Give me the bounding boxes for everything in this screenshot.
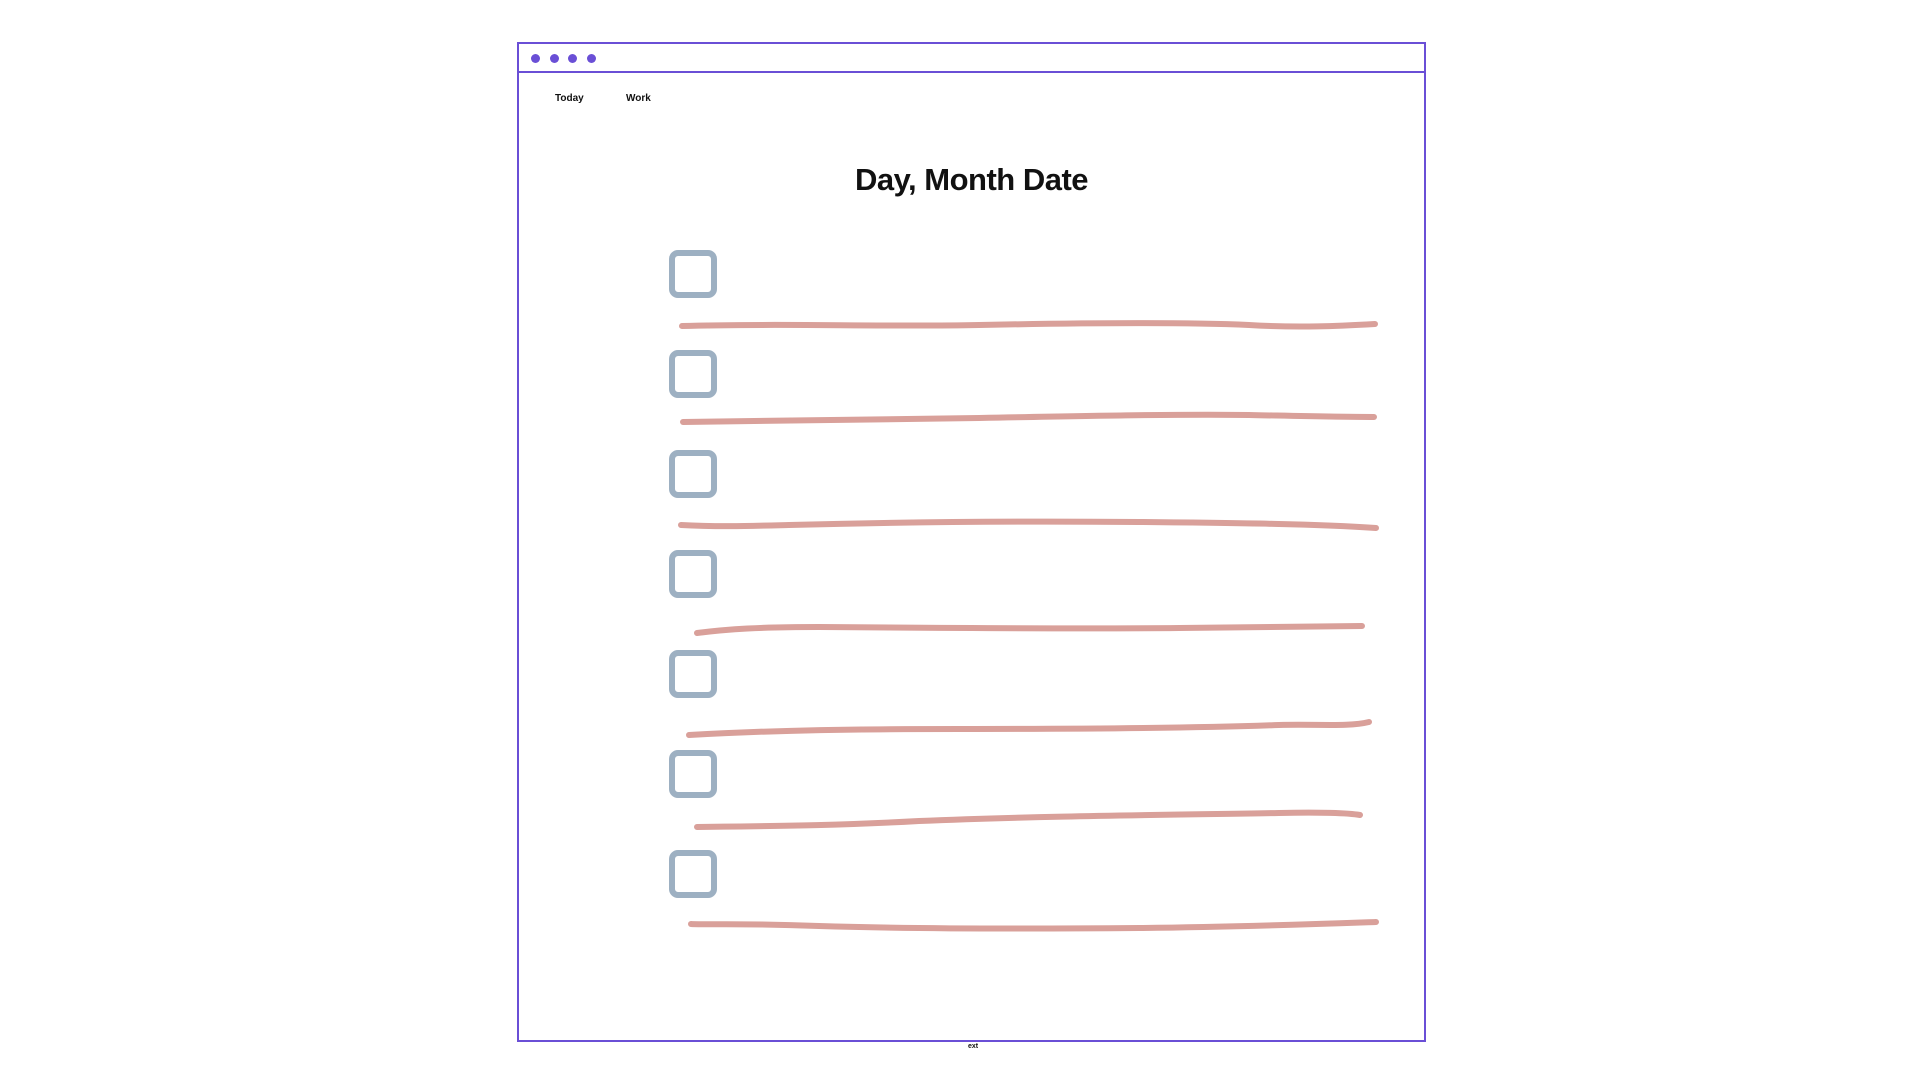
task-line xyxy=(694,809,1363,830)
task-line xyxy=(694,623,1365,636)
footer-text: ext xyxy=(968,1043,979,1050)
task-line xyxy=(688,919,1379,932)
task-line xyxy=(680,411,1377,425)
task-line xyxy=(679,320,1378,330)
task-line xyxy=(686,719,1372,738)
app-window: Today Work Day, Month Date xyxy=(517,42,1426,1042)
task-line xyxy=(678,518,1379,531)
task-lines xyxy=(678,320,1379,932)
